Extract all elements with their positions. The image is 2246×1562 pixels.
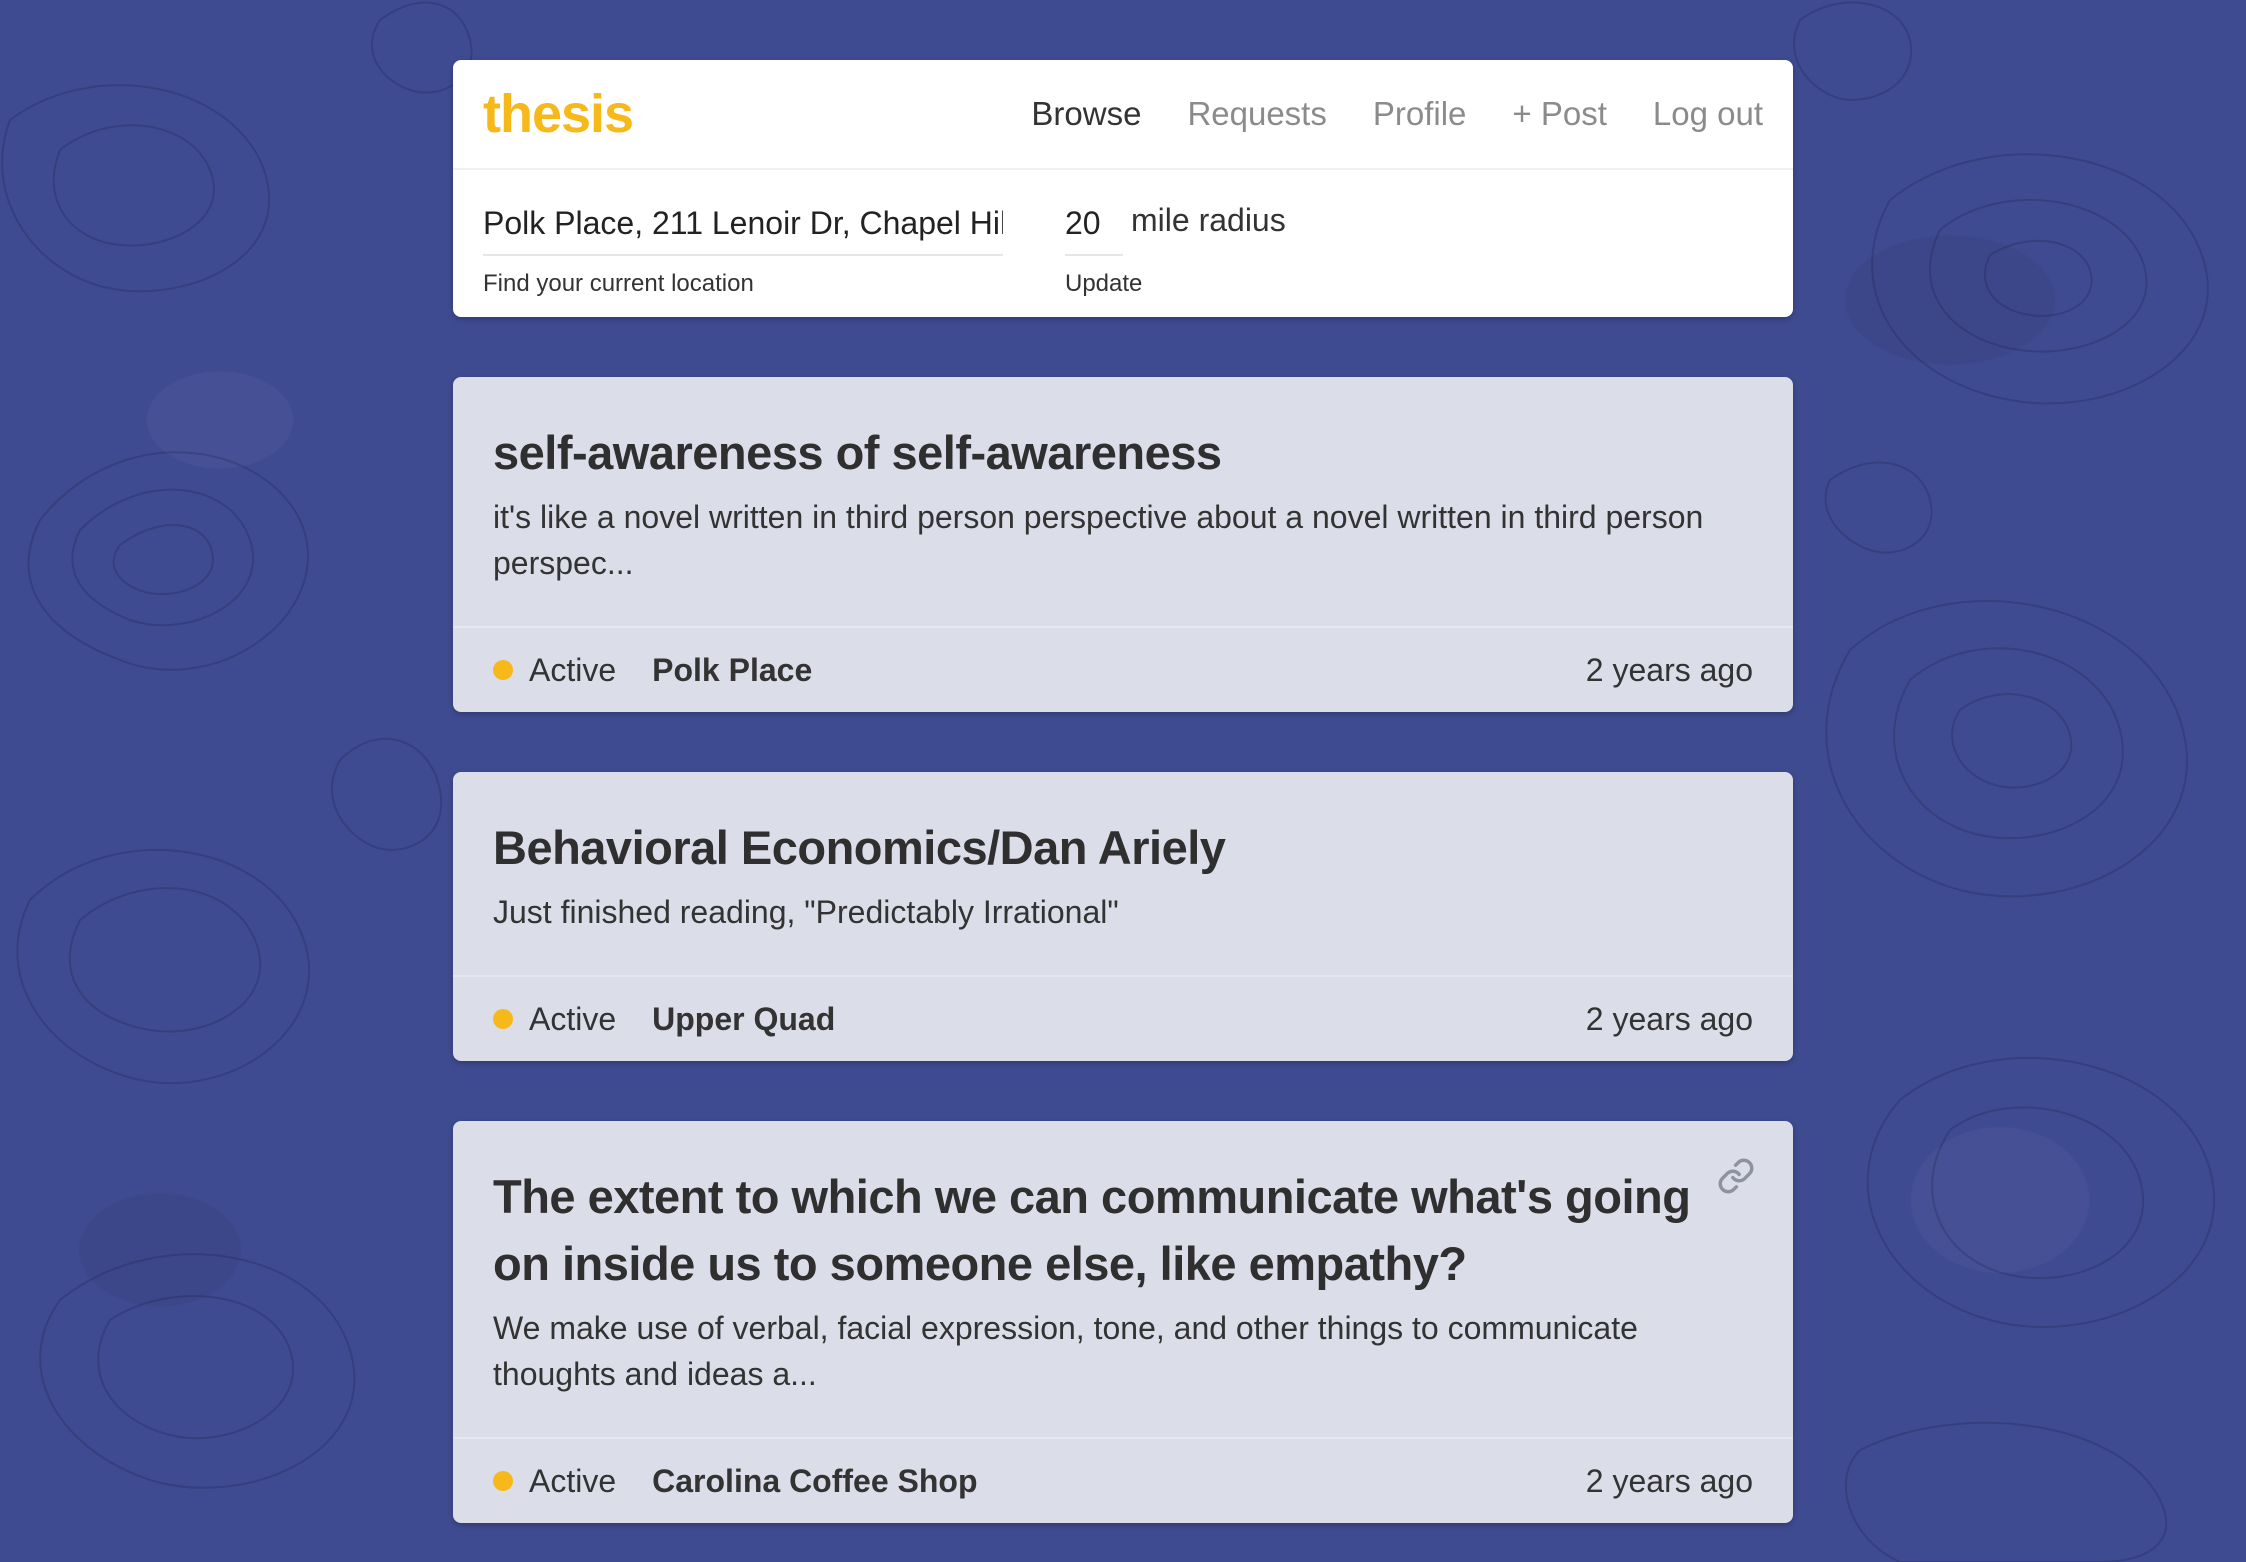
post-excerpt: We make use of verbal, facial expression… <box>493 1310 1638 1392</box>
post-body: Behavioral Economics/Dan Ariely Just fin… <box>453 772 1793 975</box>
main-column: thesis Browse Requests Profile + Post Lo… <box>453 60 1793 1523</box>
location-form: Find your current location mile radius U… <box>453 170 1793 298</box>
radius-label: mile radius <box>1131 202 1286 238</box>
post-excerpt: it's like a novel written in third perso… <box>493 499 1704 581</box>
post-status: Active <box>529 1000 617 1037</box>
nav-new-post[interactable]: + Post <box>1512 95 1606 133</box>
post-title[interactable]: Behavioral Economics/Dan Ariely <box>493 814 1703 881</box>
post-place[interactable]: Carolina Coffee Shop <box>652 1463 977 1500</box>
location-input[interactable] <box>483 200 1003 256</box>
nav-links: Browse Requests Profile + Post Log out <box>1031 95 1763 133</box>
post-footer: Active Carolina Coffee Shop 2 years ago <box>453 1437 1793 1523</box>
nav-log-out[interactable]: Log out <box>1653 95 1763 133</box>
radius-wrap: mile radius <box>1065 200 1286 256</box>
header-card: thesis Browse Requests Profile + Post Lo… <box>453 60 1793 317</box>
post-body: self-awareness of self-awareness it's li… <box>453 377 1793 626</box>
status-dot-icon <box>493 1009 513 1029</box>
radius-input[interactable] <box>1065 200 1123 256</box>
post-status: Active <box>529 651 617 688</box>
post-card[interactable]: self-awareness of self-awareness it's li… <box>453 377 1793 712</box>
nav-profile[interactable]: Profile <box>1373 95 1467 133</box>
radius-field-group: mile radius Update <box>1065 200 1286 298</box>
top-nav: thesis Browse Requests Profile + Post Lo… <box>453 60 1793 170</box>
link-icon[interactable] <box>1717 1157 1755 1195</box>
logo[interactable]: thesis <box>483 83 634 145</box>
post-body: The extent to which we can communicate w… <box>453 1121 1793 1437</box>
location-field-group: Find your current location <box>483 200 1003 298</box>
post-time: 2 years ago <box>1585 651 1753 688</box>
post-excerpt: Just finished reading, "Predictably Irra… <box>493 894 1119 930</box>
nav-browse[interactable]: Browse <box>1031 95 1141 133</box>
status-dot-icon <box>493 1471 513 1491</box>
post-title[interactable]: The extent to which we can communicate w… <box>493 1163 1703 1297</box>
post-place[interactable]: Polk Place <box>652 652 812 689</box>
post-footer: Active Upper Quad 2 years ago <box>453 975 1793 1061</box>
post-footer: Active Polk Place 2 years ago <box>453 626 1793 712</box>
post-time: 2 years ago <box>1585 1000 1753 1037</box>
post-title[interactable]: self-awareness of self-awareness <box>493 419 1703 486</box>
nav-requests[interactable]: Requests <box>1187 95 1326 133</box>
find-location-link[interactable]: Find your current location <box>483 270 1003 298</box>
post-card[interactable]: Behavioral Economics/Dan Ariely Just fin… <box>453 772 1793 1061</box>
post-card[interactable]: The extent to which we can communicate w… <box>453 1121 1793 1523</box>
post-place[interactable]: Upper Quad <box>652 1001 835 1038</box>
status-dot-icon <box>493 660 513 680</box>
update-button[interactable]: Update <box>1065 270 1286 298</box>
post-time: 2 years ago <box>1585 1462 1753 1499</box>
post-status: Active <box>529 1462 617 1499</box>
